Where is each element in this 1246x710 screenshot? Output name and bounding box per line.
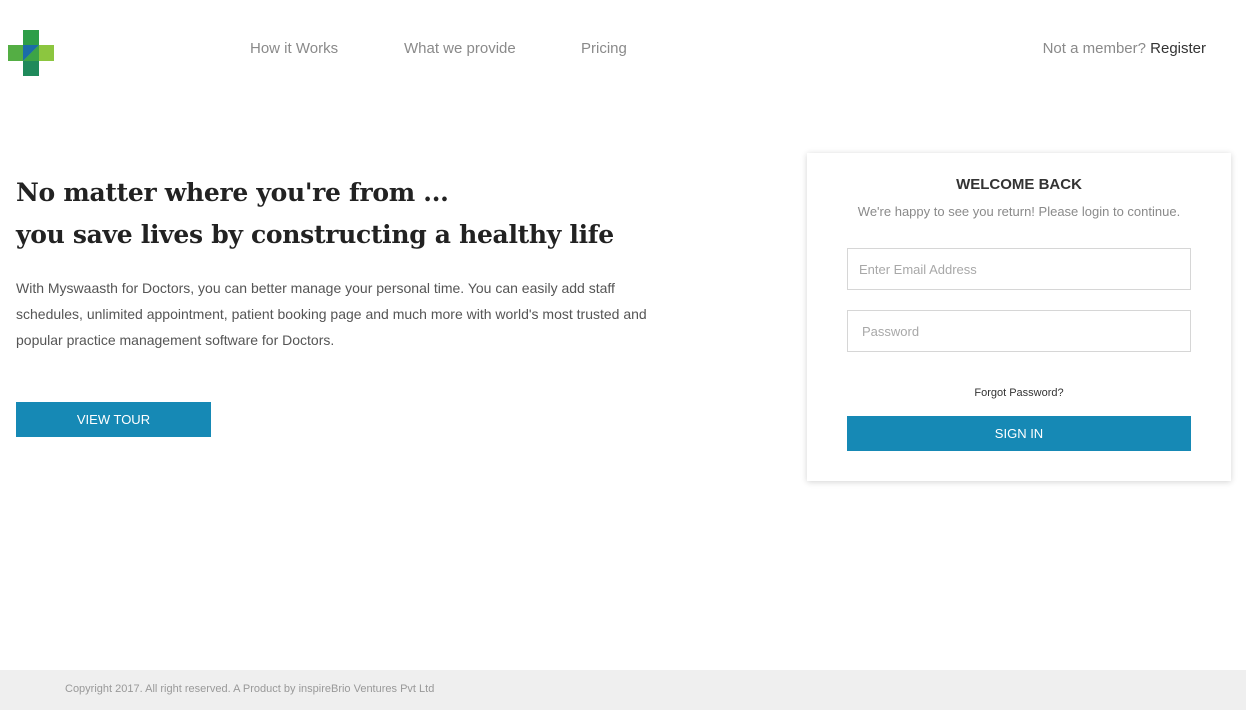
hero-title-line-2: you save lives by constructing a healthy… <box>16 220 614 249</box>
page: How it Works What we provide Pricing Not… <box>0 0 1246 710</box>
view-tour-button[interactable]: VIEW TOUR <box>16 402 211 437</box>
login-subtitle: We're happy to see you return! Please lo… <box>857 204 1181 219</box>
plus-cross-logo-icon <box>8 30 54 76</box>
member-prompt: Not a member? <box>1042 40 1146 57</box>
login-title: WELCOME BACK <box>956 176 1082 193</box>
email-field[interactable] <box>847 248 1191 290</box>
password-field[interactable] <box>847 310 1191 352</box>
nav-how-it-works[interactable]: How it Works <box>250 40 338 57</box>
member-area: Not a member? Register <box>1043 40 1206 57</box>
register-link[interactable]: Register <box>1150 40 1206 57</box>
login-card: WELCOME BACK We're happy to see you retu… <box>807 153 1231 481</box>
nav-pricing[interactable]: Pricing <box>581 40 627 57</box>
forgot-password-link[interactable]: Forgot Password? <box>807 387 1231 399</box>
hero-description: With Myswaasth for Doctors, you can bett… <box>16 280 647 348</box>
footer: Copyright 2017. All right reserved. A Pr… <box>0 670 1246 710</box>
nav-what-we-provide[interactable]: What we provide <box>404 40 516 57</box>
logo[interactable] <box>8 30 54 76</box>
sign-in-button[interactable]: SIGN IN <box>847 416 1191 451</box>
hero-title: No matter where you're from ... you save… <box>16 172 716 256</box>
footer-copyright: Copyright 2017. All right reserved. A Pr… <box>65 683 435 695</box>
hero-title-line-1: No matter where you're from ... <box>16 178 449 207</box>
